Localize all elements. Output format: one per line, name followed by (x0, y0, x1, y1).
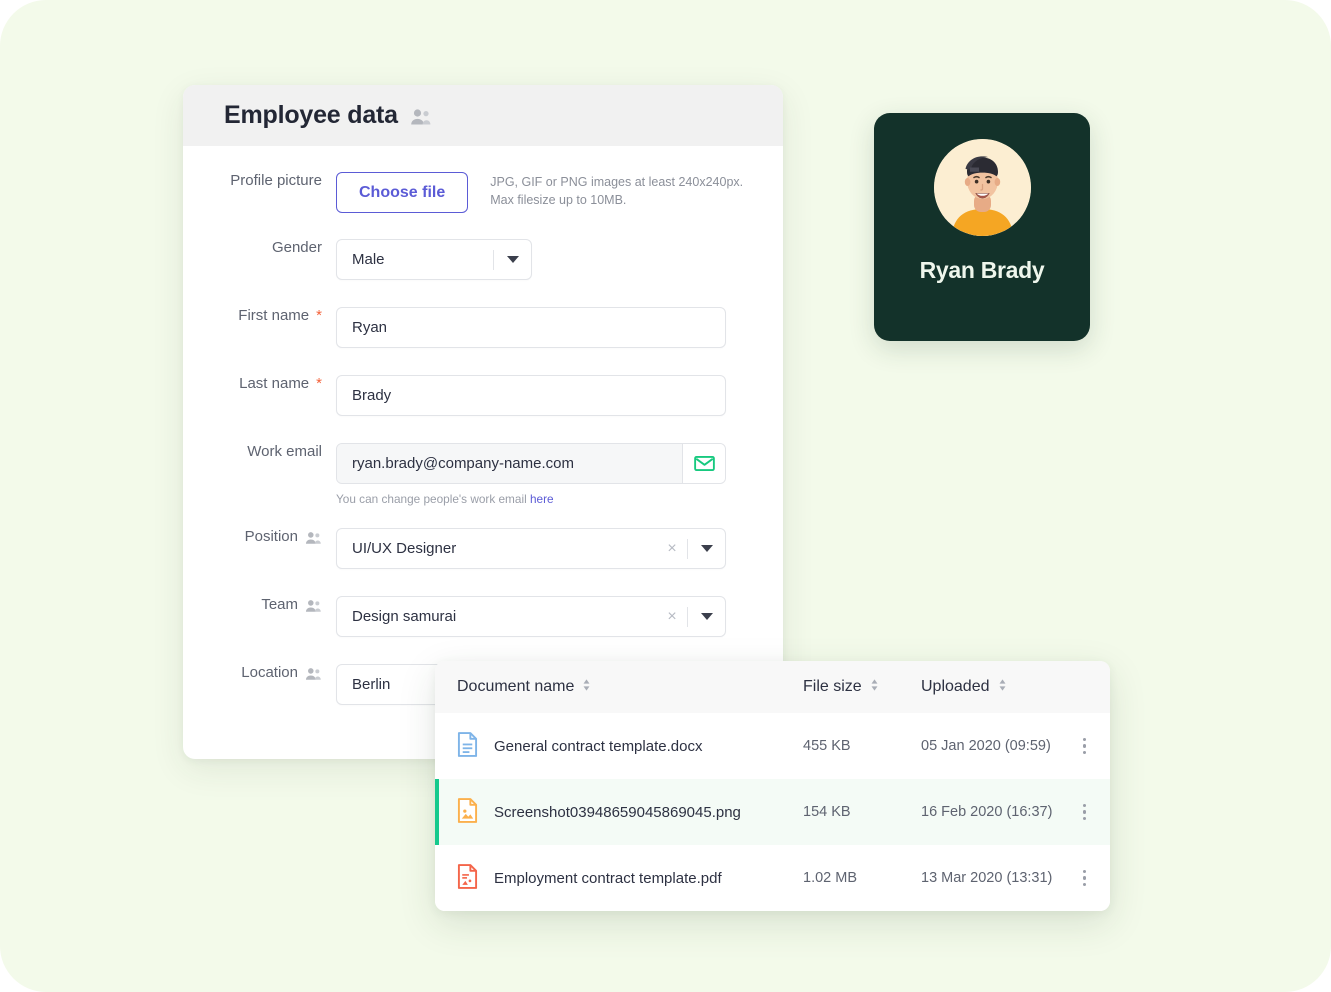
uploaded-cell: 16 Feb 2020 (16:37) (921, 800, 1110, 825)
document-name-cell: General contract template.docx (435, 731, 803, 761)
first-name-input[interactable]: Ryan (336, 307, 726, 348)
file-pdf-icon (457, 863, 478, 893)
profile-picture-hint: JPG, GIF or PNG images at least 240x240p… (490, 172, 743, 210)
work-email-hint-text: You can change people's work email (336, 492, 530, 506)
team-select[interactable]: Design samurai × (336, 596, 726, 637)
envelope-icon[interactable] (682, 444, 725, 483)
file-size-cell: 455 KB (803, 738, 851, 754)
chevron-down-icon[interactable] (688, 613, 725, 620)
field-position: Position UI/UX Designer × (183, 528, 783, 569)
document-name-text: General contract template.docx (494, 737, 703, 755)
chevron-down-icon[interactable] (494, 256, 531, 263)
clear-icon[interactable]: × (657, 608, 687, 625)
page-root: Employee data Profile picture Choose fil… (0, 0, 1331, 992)
table-row[interactable]: Employment contract template.pdf 1.02 MB… (435, 845, 1110, 911)
work-email-hint-link[interactable]: here (530, 492, 554, 506)
table-row[interactable]: Screenshot03948659045869045.png 154 KB 1… (435, 779, 1110, 845)
people-icon (305, 599, 322, 613)
employee-profile-card: Ryan Brady (874, 113, 1090, 341)
profile-name: Ryan Brady (919, 257, 1045, 283)
row-menu-icon[interactable] (1079, 866, 1091, 891)
row-menu-icon[interactable] (1079, 734, 1091, 759)
work-email-value[interactable]: ryan.brady@company-name.com (337, 444, 682, 483)
sort-icon[interactable] (582, 678, 591, 697)
field-first-name: First name * Ryan (183, 307, 783, 348)
label-profile-picture: Profile picture (230, 172, 322, 189)
label-work-email: Work email (247, 443, 322, 460)
gender-value: Male (352, 251, 385, 268)
file-image-icon (457, 797, 478, 827)
field-gender: Gender Male (183, 239, 783, 280)
uploaded-cell: 13 Mar 2020 (13:31) (921, 866, 1110, 891)
employee-data-card: Employee data Profile picture Choose fil… (183, 85, 783, 759)
documents-table-header: Document name File size Uploaded (435, 661, 1110, 713)
column-header-document-name[interactable]: Document name (435, 678, 803, 697)
label-first-name: First name * (238, 307, 322, 324)
form-body: Profile picture Choose file JPG, GIF or … (183, 146, 783, 705)
column-header-file-size[interactable]: File size (803, 678, 921, 697)
row-menu-icon[interactable] (1079, 800, 1091, 825)
gender-select[interactable]: Male (336, 239, 532, 280)
field-profile-picture: Profile picture Choose file JPG, GIF or … (183, 172, 783, 213)
label-last-name: Last name * (239, 375, 322, 392)
file-doc-icon (457, 731, 478, 761)
document-name-text: Screenshot03948659045869045.png (494, 803, 741, 821)
chevron-down-icon[interactable] (688, 545, 725, 552)
label-team: Team (183, 596, 336, 613)
uploaded-cell: 05 Jan 2020 (09:59) (921, 734, 1110, 759)
required-marker: * (316, 307, 322, 324)
uploaded-text: 05 Jan 2020 (09:59) (921, 738, 1051, 754)
people-icon (410, 108, 432, 126)
document-name-cell: Employment contract template.pdf (435, 863, 803, 893)
people-icon (305, 667, 322, 681)
field-team: Team Design samurai × (183, 596, 783, 637)
documents-panel: Document name File size Uploaded General… (435, 661, 1110, 911)
position-value: UI/UX Designer (352, 540, 457, 557)
page-title: Employee data (224, 101, 398, 129)
avatar-photo (933, 139, 1031, 236)
label-gender: Gender (271, 239, 322, 256)
field-last-name: Last name * Brady (183, 375, 783, 416)
position-select[interactable]: UI/UX Designer × (336, 528, 726, 569)
work-email-hint: You can change people's work email here (336, 492, 783, 506)
field-work-email: Work email ryan.brady@company-name.com Y… (183, 443, 783, 506)
file-size-cell: 154 KB (803, 804, 851, 820)
hint-line-2: Max filesize up to 10MB. (490, 192, 627, 207)
card-header: Employee data (183, 85, 783, 146)
label-position: Position (183, 528, 336, 545)
people-icon (305, 531, 322, 545)
sort-icon[interactable] (870, 678, 879, 697)
last-name-input[interactable]: Brady (336, 375, 726, 416)
avatar (933, 139, 1031, 236)
file-size-cell: 1.02 MB (803, 870, 857, 886)
uploaded-text: 13 Mar 2020 (13:31) (921, 870, 1053, 886)
team-value: Design samurai (352, 608, 457, 625)
choose-file-button[interactable]: Choose file (336, 172, 469, 213)
label-location: Location (183, 664, 336, 681)
hint-line-1: JPG, GIF or PNG images at least 240x240p… (490, 175, 744, 189)
document-name-text: Employment contract template.pdf (494, 869, 722, 887)
uploaded-text: 16 Feb 2020 (16:37) (921, 804, 1053, 820)
column-header-uploaded[interactable]: Uploaded (921, 678, 1110, 697)
sort-icon[interactable] (998, 678, 1007, 697)
table-row[interactable]: General contract template.docx 455 KB 05… (435, 713, 1110, 779)
document-name-cell: Screenshot03948659045869045.png (435, 797, 803, 827)
required-marker: * (316, 375, 322, 392)
clear-icon[interactable]: × (657, 540, 687, 557)
work-email-field: ryan.brady@company-name.com (336, 443, 726, 484)
